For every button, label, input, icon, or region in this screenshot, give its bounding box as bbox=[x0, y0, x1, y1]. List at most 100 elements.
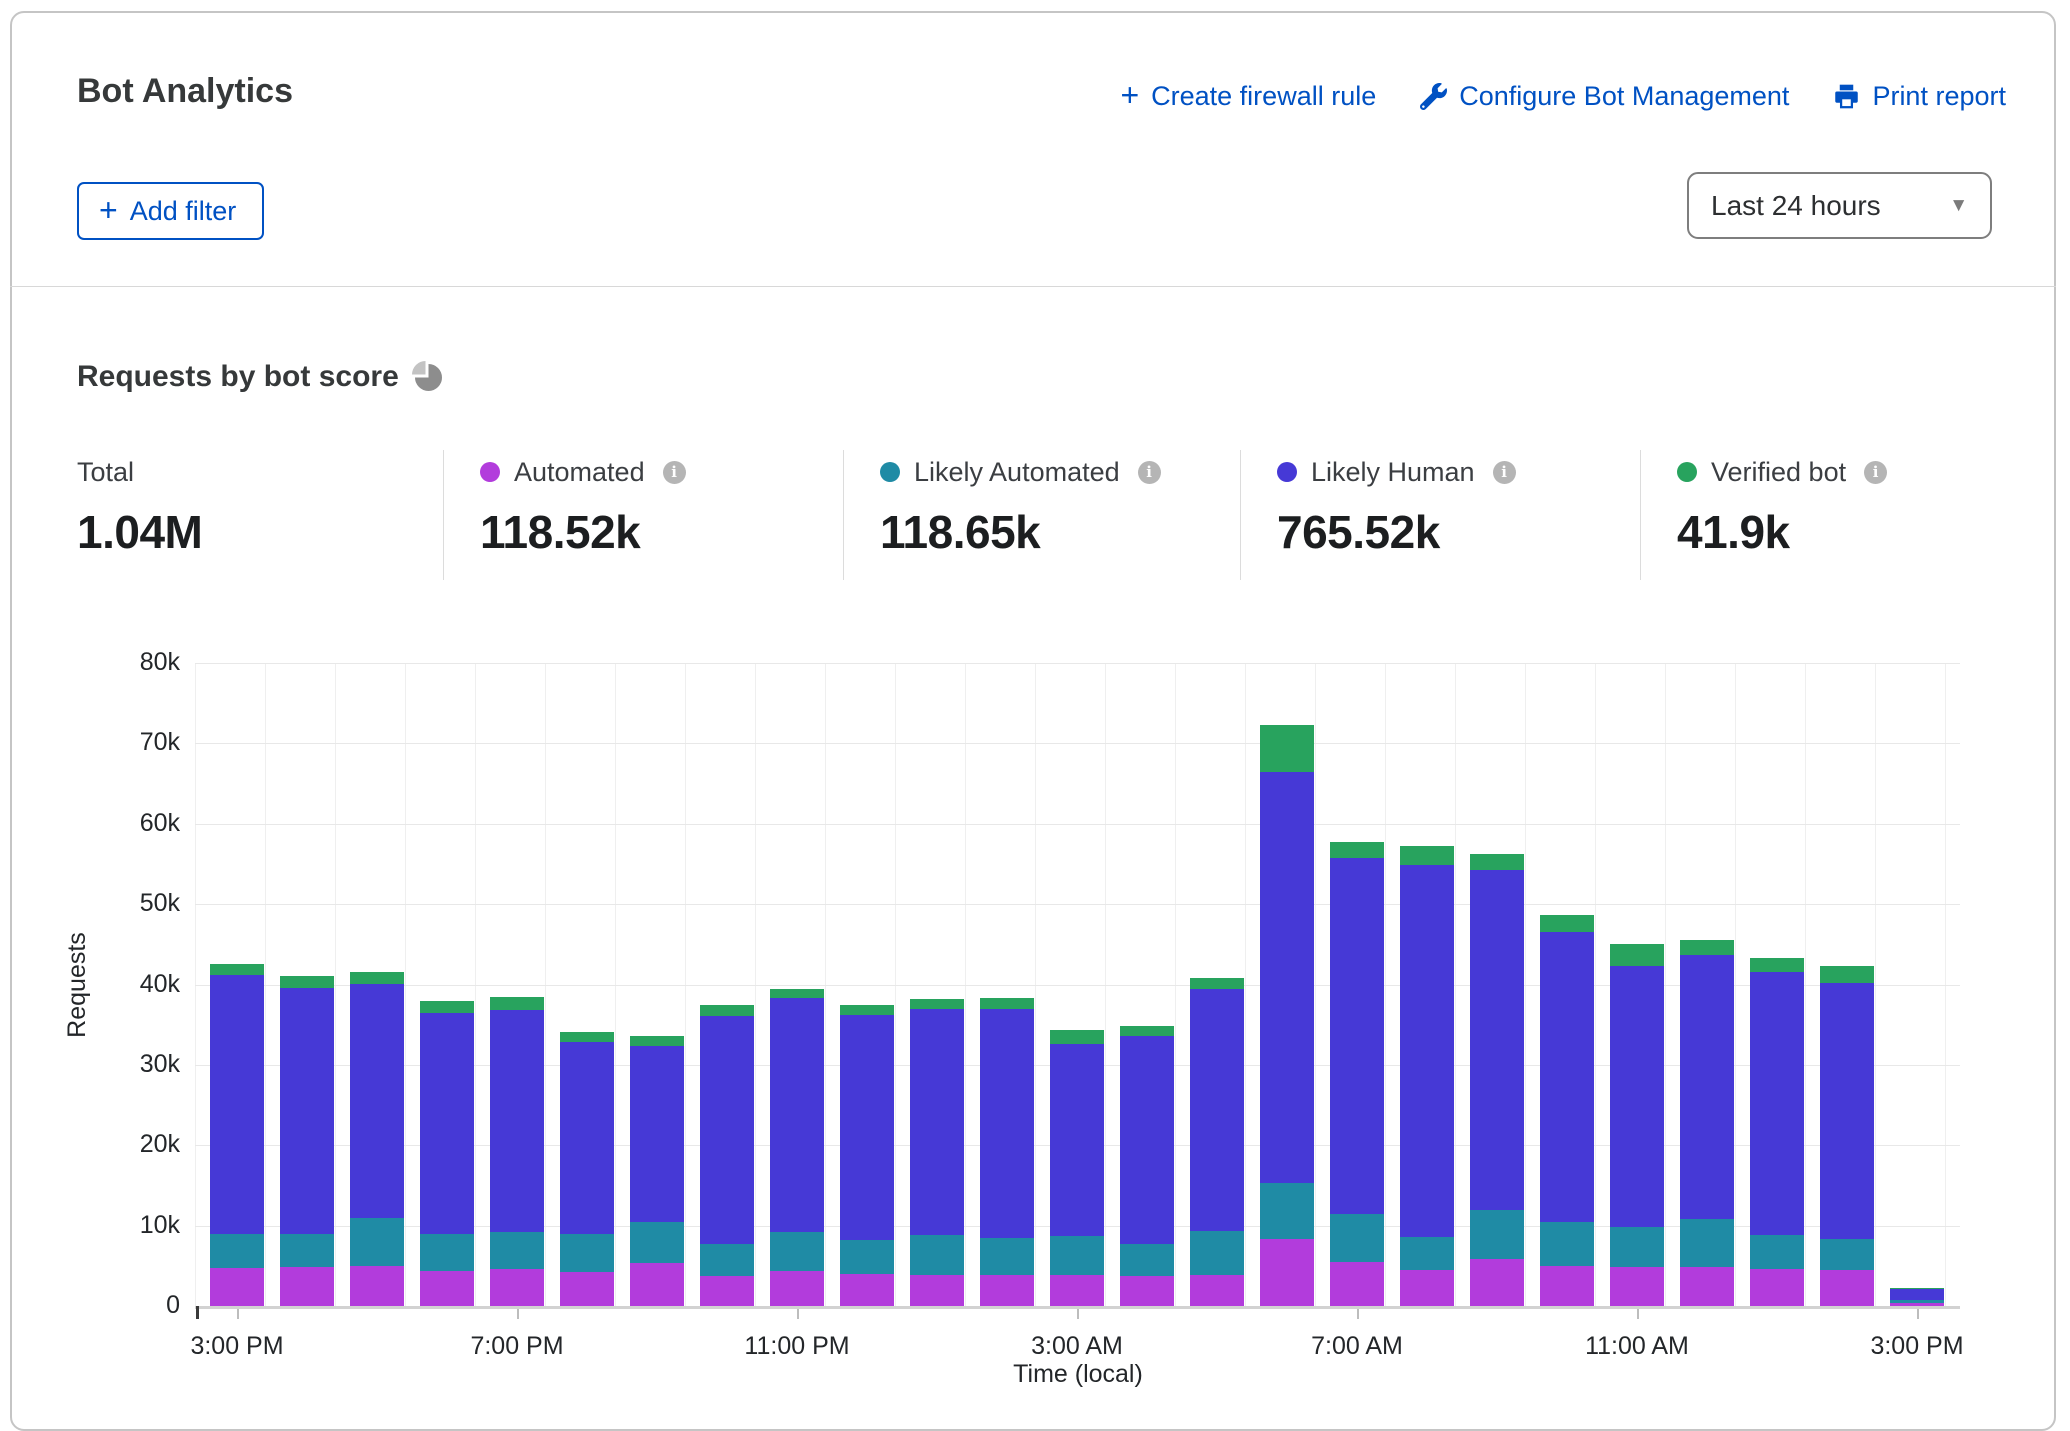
bar-segment-likely-human bbox=[1400, 865, 1454, 1237]
bar-segment-likely-human bbox=[910, 1009, 964, 1236]
bar-segment-verified-bot bbox=[1400, 846, 1454, 864]
bar-9-00-am[interactable] bbox=[1470, 663, 1524, 1306]
stat-total-label: Total bbox=[77, 457, 134, 488]
section-heading: Requests by bot score bbox=[77, 360, 442, 394]
bar-segment-verified-bot bbox=[840, 1005, 894, 1015]
stat-likely-automated-label: Likely Automated bbox=[914, 457, 1120, 488]
printer-icon bbox=[1833, 83, 1860, 110]
bar-segment-verified-bot bbox=[1820, 966, 1874, 983]
bar-segment-automated bbox=[1120, 1276, 1174, 1306]
bar-segment-likely-automated bbox=[1120, 1244, 1174, 1276]
bar-segment-automated bbox=[1260, 1239, 1314, 1306]
bar-segment-automated bbox=[1400, 1270, 1454, 1306]
info-icon[interactable]: i bbox=[663, 461, 686, 484]
bar-segment-likely-human bbox=[280, 988, 334, 1234]
bar-segment-likely-automated bbox=[1540, 1222, 1594, 1266]
bar-segment-likely-human bbox=[350, 984, 404, 1218]
bar-3-00-am[interactable] bbox=[1050, 663, 1104, 1306]
bar-segment-automated bbox=[1540, 1266, 1594, 1306]
stat-automated[interactable]: Automated i 118.52k bbox=[480, 455, 686, 559]
bar-segment-verified-bot bbox=[1540, 915, 1594, 932]
bar-3-00-pm[interactable] bbox=[210, 663, 264, 1306]
stat-verified-bot-label: Verified bot bbox=[1711, 457, 1846, 488]
bar-segment-likely-automated bbox=[560, 1234, 614, 1272]
stat-automated-label: Automated bbox=[514, 457, 645, 488]
bar-segment-likely-automated bbox=[1610, 1227, 1664, 1266]
create-firewall-rule-link[interactable]: + Create firewall rule bbox=[1120, 80, 1376, 112]
bar-segment-likely-automated bbox=[1470, 1210, 1524, 1260]
bar-12-00-pm[interactable] bbox=[1680, 663, 1734, 1306]
print-report-link[interactable]: Print report bbox=[1833, 81, 2006, 112]
bar-segment-verified-bot bbox=[1330, 842, 1384, 857]
bar-segment-automated bbox=[1190, 1275, 1244, 1306]
bar-segment-automated bbox=[910, 1275, 964, 1306]
bar-segment-likely-automated bbox=[1400, 1237, 1454, 1270]
bar-segment-likely-human bbox=[770, 998, 824, 1232]
bar-segment-likely-human bbox=[1120, 1036, 1174, 1244]
bar-segment-likely-automated bbox=[840, 1240, 894, 1274]
header-divider bbox=[10, 286, 2056, 287]
print-report-label: Print report bbox=[1872, 81, 2006, 112]
bar-5-00-pm[interactable] bbox=[350, 663, 404, 1306]
bar-2-00-pm[interactable] bbox=[1820, 663, 1874, 1306]
bar-7-00-pm[interactable] bbox=[490, 663, 544, 1306]
bar-10-00-am[interactable] bbox=[1540, 663, 1594, 1306]
bar-9-00-pm[interactable] bbox=[630, 663, 684, 1306]
bar-segment-verified-bot bbox=[1470, 854, 1524, 871]
bar-segment-likely-automated bbox=[210, 1234, 264, 1269]
bar-segment-automated bbox=[1470, 1259, 1524, 1306]
bar-segment-automated bbox=[840, 1274, 894, 1306]
bar-segment-verified-bot bbox=[490, 997, 544, 1011]
chevron-down-icon: ▼ bbox=[1949, 195, 1968, 217]
stat-likely-automated[interactable]: Likely Automated i 118.65k bbox=[880, 455, 1161, 559]
bar-11-00-pm[interactable] bbox=[770, 663, 824, 1306]
info-icon[interactable]: i bbox=[1493, 461, 1516, 484]
bar-10-00-pm[interactable] bbox=[700, 663, 754, 1306]
bar-8-00-am[interactable] bbox=[1400, 663, 1454, 1306]
configure-bot-management-link[interactable]: Configure Bot Management bbox=[1420, 81, 1789, 112]
bar-6-00-pm[interactable] bbox=[420, 663, 474, 1306]
bar-7-00-am[interactable] bbox=[1330, 663, 1384, 1306]
bar-5-00-am[interactable] bbox=[1190, 663, 1244, 1306]
bar-4-00-am[interactable] bbox=[1120, 663, 1174, 1306]
bar-segment-likely-automated bbox=[1260, 1183, 1314, 1239]
bar-segment-verified-bot bbox=[1050, 1030, 1104, 1044]
bar-segment-likely-automated bbox=[490, 1232, 544, 1269]
bar-segment-likely-human bbox=[1260, 772, 1314, 1183]
bar-segment-likely-human bbox=[980, 1009, 1034, 1237]
bar-2-00-am[interactable] bbox=[980, 663, 1034, 1306]
stat-separator bbox=[1240, 450, 1241, 580]
bar-1-00-pm[interactable] bbox=[1750, 663, 1804, 1306]
bar-segment-likely-automated bbox=[1190, 1231, 1244, 1274]
bar-segment-verified-bot bbox=[980, 998, 1034, 1009]
time-range-value: Last 24 hours bbox=[1711, 190, 1881, 222]
add-filter-button[interactable]: + Add filter bbox=[77, 182, 264, 240]
bar-3-00-pm[interactable] bbox=[1890, 663, 1944, 1306]
bar-segment-likely-automated bbox=[1330, 1214, 1384, 1261]
bar-1-00-am[interactable] bbox=[910, 663, 964, 1306]
info-icon[interactable]: i bbox=[1864, 461, 1887, 484]
bar-segment-likely-automated bbox=[1680, 1219, 1734, 1267]
stat-likely-human[interactable]: Likely Human i 765.52k bbox=[1277, 455, 1516, 559]
likely-automated-legend-dot bbox=[880, 462, 900, 482]
bar-12-00-am[interactable] bbox=[840, 663, 894, 1306]
bar-segment-likely-automated bbox=[350, 1218, 404, 1266]
bar-segment-verified-bot bbox=[1260, 725, 1314, 772]
bar-6-00-am[interactable] bbox=[1260, 663, 1314, 1306]
time-range-select[interactable]: Last 24 hours ▼ bbox=[1687, 172, 1992, 239]
bar-segment-likely-automated bbox=[1050, 1236, 1104, 1275]
bar-segment-verified-bot bbox=[560, 1032, 614, 1042]
stat-total: Total 1.04M bbox=[77, 455, 202, 559]
plus-icon: + bbox=[1120, 79, 1139, 111]
bar-11-00-am[interactable] bbox=[1610, 663, 1664, 1306]
bar-segment-likely-automated bbox=[630, 1222, 684, 1263]
bar-segment-likely-automated bbox=[280, 1234, 334, 1268]
bar-segment-automated bbox=[1330, 1262, 1384, 1306]
bar-segment-automated bbox=[1890, 1303, 1944, 1306]
automated-legend-dot bbox=[480, 462, 500, 482]
bar-4-00-pm[interactable] bbox=[280, 663, 334, 1306]
stat-verified-bot[interactable]: Verified bot i 41.9k bbox=[1677, 455, 1887, 559]
info-icon[interactable]: i bbox=[1138, 461, 1161, 484]
bar-8-00-pm[interactable] bbox=[560, 663, 614, 1306]
bar-segment-automated bbox=[350, 1266, 404, 1306]
